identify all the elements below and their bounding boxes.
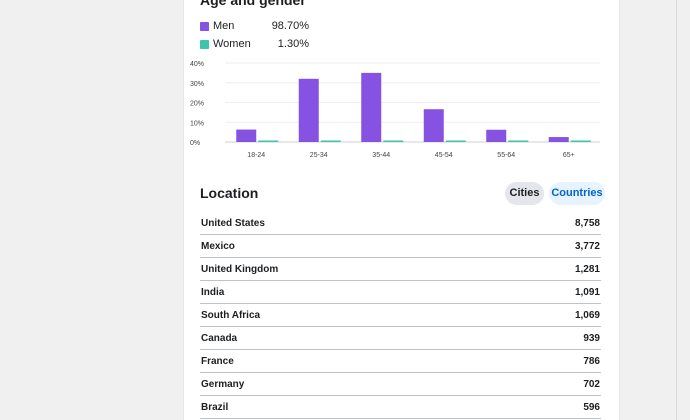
gender-legend: Men 98.70% Women 1.30%	[200, 17, 309, 53]
country-count: 702	[583, 378, 600, 390]
legend-label-men: Men	[213, 20, 235, 32]
country-name: Germany	[201, 378, 245, 390]
bar-women	[383, 140, 404, 142]
legend-value-women: 1.30%	[277, 38, 309, 50]
country-name: India	[201, 286, 225, 298]
country-count: 786	[583, 355, 600, 367]
x-tick-label: 45-54	[435, 152, 453, 159]
country-count: 939	[583, 332, 600, 344]
country-name: Brazil	[201, 401, 229, 413]
legend-label-women: Women	[213, 38, 251, 50]
countries-tab-button[interactable]: Countries	[549, 182, 605, 205]
bar-women	[258, 140, 279, 142]
y-tick-label: 20%	[190, 101, 204, 108]
table-row: France 786	[200, 350, 601, 373]
bar-men	[423, 109, 444, 142]
country-count: 1,281	[574, 263, 600, 275]
legend-item-men: Men 98.70%	[200, 17, 309, 35]
country-name: Mexico	[201, 240, 235, 252]
y-tick-label: 0%	[190, 140, 200, 147]
x-tick-label: 55-64	[497, 152, 515, 159]
table-row: Brazil 596	[200, 396, 601, 419]
country-count: 596	[583, 401, 600, 413]
country-count: 1,091	[574, 286, 600, 298]
bar-men	[298, 78, 319, 142]
bar-women	[445, 140, 466, 142]
bar-women	[570, 140, 591, 142]
bar-men	[486, 129, 507, 142]
bar-women	[508, 140, 529, 142]
x-tick-label: 25-34	[310, 152, 328, 159]
scrollbar-track	[676, 0, 677, 420]
country-count: 8,758	[574, 217, 600, 229]
bar-men	[236, 129, 257, 142]
location-title: Location	[200, 185, 259, 201]
age-gender-bar-chart: 0% 10% 20% 30% 40% 18-24 25-34 35-44 45-54 55-64 6…	[190, 61, 600, 159]
legend-swatch-men	[200, 21, 209, 31]
country-count: 1,069	[574, 309, 600, 321]
bar-men	[361, 72, 382, 142]
country-count: 3,772	[574, 240, 600, 252]
table-row: India 1,091	[200, 281, 601, 304]
y-tick-label: 40%	[190, 61, 204, 68]
x-tick-label: 18-24	[247, 152, 265, 159]
cities-tab-button[interactable]: Cities	[505, 182, 544, 205]
table-row: Canada 939	[200, 327, 601, 350]
legend-item-women: Women 1.30%	[200, 35, 309, 53]
country-name: Canada	[201, 332, 238, 344]
table-row: Mexico 3,772	[200, 235, 601, 258]
table-row: South Africa 1,069	[200, 304, 601, 327]
country-name: France	[201, 355, 234, 367]
country-name: United Kingdom	[201, 263, 279, 275]
x-tick-label: 35-44	[372, 152, 390, 159]
y-tick-label: 30%	[190, 81, 204, 88]
legend-value-men: 98.70%	[271, 20, 309, 32]
y-tick-label: 10%	[190, 120, 204, 127]
x-tick-label: 65+	[563, 152, 575, 159]
table-row: United States 8,758	[200, 212, 601, 235]
legend-swatch-women	[200, 39, 209, 49]
country-name: United States	[201, 217, 265, 229]
bar-women	[320, 140, 341, 142]
bar-men	[548, 137, 569, 142]
table-row: Germany 702	[200, 373, 601, 396]
country-name: South Africa	[201, 309, 261, 321]
age-gender-title: Age and gender	[200, 0, 306, 8]
location-table: United States 8,758 Mexico 3,772 United Ki…	[200, 212, 601, 419]
table-row: United Kingdom 1,281	[200, 258, 601, 281]
